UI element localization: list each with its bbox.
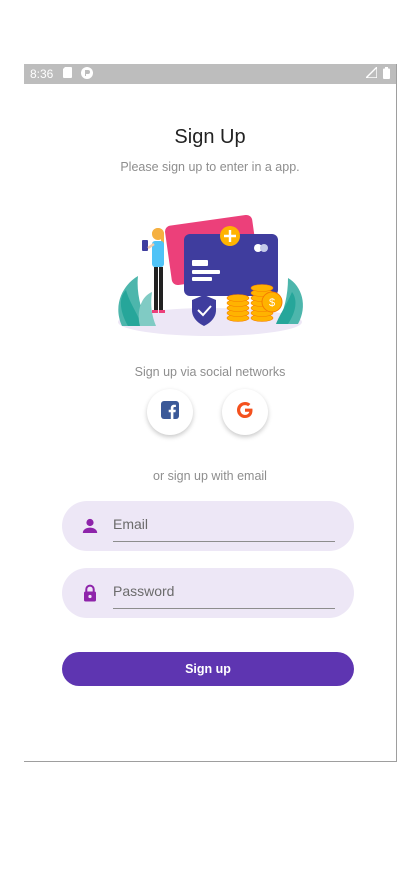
- sign-up-button[interactable]: Sign up: [62, 652, 354, 686]
- google-icon: [236, 401, 254, 424]
- social-signup-label: Sign up via social networks: [134, 365, 286, 379]
- page-title: Sign Up: [174, 126, 246, 148]
- password-input[interactable]: [113, 578, 335, 609]
- phone-screen: 8:36 Sign Up Please sign up to enter in …: [24, 64, 397, 762]
- status-time: 8:36: [30, 67, 54, 81]
- email-field: [62, 501, 354, 551]
- battery-icon: [383, 66, 390, 82]
- person-icon: [80, 516, 100, 536]
- lock-icon: [80, 583, 100, 603]
- email-signup-label: or sign up with email: [153, 469, 267, 483]
- notification-app-icon: [81, 66, 94, 82]
- svg-text:$: $: [269, 297, 275, 309]
- facebook-signup-button[interactable]: [147, 389, 193, 435]
- page-subtitle: Please sign up to enter in a app.: [120, 160, 300, 174]
- google-signup-button[interactable]: [222, 389, 268, 435]
- email-input[interactable]: [113, 511, 335, 542]
- signal-icon: [364, 65, 378, 81]
- facebook-icon: [161, 400, 179, 424]
- sd-card-icon: [63, 67, 73, 81]
- password-field: [62, 568, 354, 618]
- status-bar: 8:36: [24, 64, 396, 84]
- payment-illustration: $: [118, 214, 303, 336]
